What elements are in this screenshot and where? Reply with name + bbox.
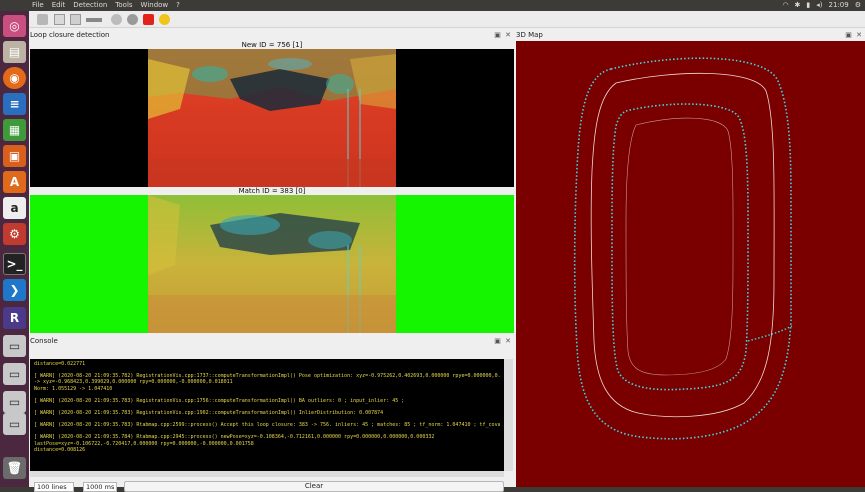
- drive-icon[interactable]: ▭: [3, 363, 26, 385]
- menu-tools[interactable]: Tools: [115, 0, 132, 11]
- loop-closure-title: Loop closure detection: [30, 31, 110, 39]
- lines-limit-field[interactable]: 100 lines: [34, 482, 74, 492]
- refresh-icon[interactable]: [111, 14, 122, 25]
- search-dash-icon[interactable]: ◎: [3, 15, 26, 37]
- amazon-icon[interactable]: a: [3, 197, 26, 219]
- app-menubar: File Edit Detection Tools Window ?: [32, 0, 188, 11]
- menu-window[interactable]: Window: [141, 0, 169, 11]
- open-database-icon[interactable]: [54, 14, 65, 25]
- menu-help[interactable]: ?: [176, 0, 180, 11]
- connect-icon[interactable]: [86, 18, 102, 22]
- trash-icon[interactable]: 🗑: [3, 457, 26, 479]
- console-horizontal-scrollbar[interactable]: [30, 471, 504, 477]
- dock-float-close-buttons[interactable]: ▣ ✕: [845, 30, 863, 41]
- main-toolbar: [29, 11, 865, 28]
- dock-float-close-buttons[interactable]: ▣ ✕: [494, 336, 512, 347]
- impress-icon[interactable]: ▣: [3, 145, 26, 167]
- power-gear-icon[interactable]: ⚙: [855, 0, 861, 11]
- console-dock-header: Console ▣ ✕: [30, 336, 514, 347]
- save-icon[interactable]: [70, 14, 81, 25]
- terminal-icon[interactable]: >_: [3, 253, 26, 275]
- wifi-icon[interactable]: ◠: [782, 0, 788, 11]
- settings-icon[interactable]: ⚙: [3, 223, 26, 245]
- vscode-icon[interactable]: ❯: [3, 279, 26, 301]
- menu-detection[interactable]: Detection: [73, 0, 107, 11]
- rtabmap-icon[interactable]: R: [3, 307, 26, 329]
- writer-icon[interactable]: ≡: [3, 93, 26, 115]
- firefox-icon[interactable]: ◉: [3, 67, 26, 89]
- console-line: [ WARN] (2020-08-20 21:09:35.784) Rtabma…: [34, 434, 435, 441]
- console-output[interactable]: distance=0.022771 [ WARN] (2020-08-20 21…: [30, 359, 504, 471]
- map-background: [516, 41, 865, 487]
- battery-icon[interactable]: ▮: [806, 0, 810, 11]
- launcher-sidebar: ◎ ▤ ◉ ≡ ▦ ▣ A a ⚙ >_ ❯ R ▭ ▭ ▭ ▭ 🗑: [0, 11, 29, 487]
- map-3d-dock-header: 3D Map ▣ ✕: [516, 30, 865, 41]
- loop-closure-dock-header: Loop closure detection ▣ ✕: [30, 30, 514, 41]
- clock[interactable]: 21:09: [829, 0, 849, 11]
- volume-icon[interactable]: ◂): [816, 0, 822, 11]
- play-icon[interactable]: [127, 14, 138, 25]
- drive-icon[interactable]: ▭: [3, 335, 26, 357]
- menu-edit[interactable]: Edit: [52, 0, 66, 11]
- drive-icon[interactable]: ▭: [3, 391, 26, 413]
- match-image-view[interactable]: [30, 195, 514, 333]
- map-3d-title: 3D Map: [516, 31, 543, 39]
- system-top-bar: File Edit Detection Tools Window ? ◠ ✱ ▮…: [0, 0, 865, 11]
- refresh-interval-field[interactable]: 1000 ms: [83, 482, 117, 492]
- calc-icon[interactable]: ▦: [3, 119, 26, 141]
- console-line: distance=0.008126: [34, 446, 86, 453]
- dock-float-close-buttons[interactable]: ▣ ✕: [494, 30, 512, 41]
- new-image-view[interactable]: [30, 49, 514, 187]
- files-icon[interactable]: ▤: [3, 41, 26, 63]
- bluetooth-icon[interactable]: ✱: [795, 0, 801, 11]
- system-tray: ◠ ✱ ▮ ◂) 21:09 ⚙: [782, 0, 861, 11]
- stop-icon[interactable]: [159, 14, 170, 25]
- rtabmap-window: Loop closure detection ▣ ✕ New ID = 756 …: [29, 11, 865, 492]
- console-line: [ WARN] (2020-08-20 21:09:35.783) Rtabma…: [34, 422, 500, 429]
- console-scrollbar[interactable]: [504, 359, 513, 471]
- console-title: Console: [30, 337, 58, 345]
- software-center-icon[interactable]: A: [3, 171, 26, 193]
- menu-file[interactable]: File: [32, 0, 44, 11]
- map-3d-view[interactable]: [516, 41, 865, 487]
- pause-icon[interactable]: [143, 14, 154, 25]
- drive-icon[interactable]: ▭: [3, 413, 26, 435]
- new-database-icon[interactable]: [37, 14, 48, 25]
